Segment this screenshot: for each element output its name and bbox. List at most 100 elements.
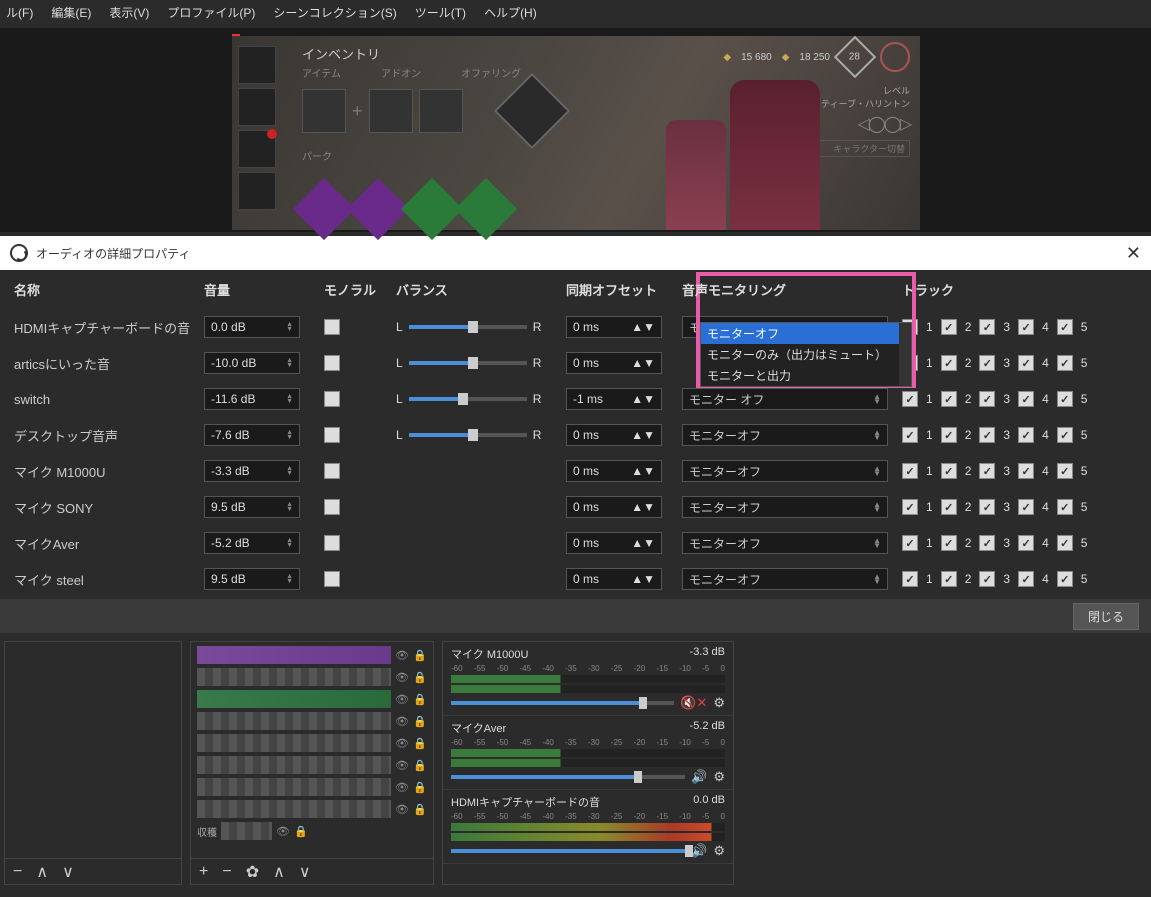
menu-profile[interactable]: プロファイル(P) (167, 4, 255, 21)
track-checkbox[interactable]: ✓ (979, 319, 995, 335)
volume-slider[interactable] (451, 701, 674, 705)
visibility-icon[interactable]: 👁 (395, 780, 409, 794)
mono-checkbox[interactable] (324, 571, 340, 587)
visibility-icon[interactable]: 👁 (395, 692, 409, 706)
lock-icon[interactable]: 🔒 (413, 780, 427, 794)
track-checkbox[interactable]: ✓ (1057, 391, 1073, 407)
mono-checkbox[interactable] (324, 355, 340, 371)
visibility-icon[interactable]: 👁 (395, 802, 409, 816)
menu-scene-collection[interactable]: シーンコレクション(S) (273, 4, 396, 21)
sync-offset-input[interactable]: 0 ms▲▼ (566, 352, 662, 374)
track-checkbox[interactable]: ✓ (1018, 535, 1034, 551)
remove-icon[interactable]: − (13, 863, 22, 881)
volume-input[interactable]: 9.5 dB▲▼ (204, 568, 300, 590)
sync-offset-input[interactable]: -1 ms▲▼ (566, 388, 662, 410)
menu-edit[interactable]: 編集(E) (51, 4, 91, 21)
gear-icon[interactable]: ⚙ (713, 769, 725, 785)
mono-checkbox[interactable] (324, 319, 340, 335)
balance-slider[interactable] (409, 325, 527, 329)
volume-input[interactable]: -10.0 dB▲▼ (204, 352, 300, 374)
scrollbar[interactable] (899, 323, 911, 386)
track-checkbox[interactable]: ✓ (902, 571, 918, 587)
track-checkbox[interactable]: ✓ (1057, 571, 1073, 587)
monitor-select[interactable]: モニターオフ▲▼ (682, 424, 888, 446)
visibility-icon[interactable]: 👁 (395, 736, 409, 750)
monitor-select[interactable]: モニターオフ▲▼ (682, 460, 888, 482)
gear-icon[interactable]: ⚙ (713, 843, 725, 859)
volume-slider[interactable] (451, 849, 685, 853)
track-checkbox[interactable]: ✓ (1057, 355, 1073, 371)
mute-icon[interactable]: 🔇✕ (680, 695, 707, 711)
mono-checkbox[interactable] (324, 427, 340, 443)
track-checkbox[interactable]: ✓ (1057, 463, 1073, 479)
track-checkbox[interactable]: ✓ (902, 499, 918, 515)
gear-icon[interactable]: ✿ (246, 862, 259, 882)
visibility-icon[interactable]: 👁 (395, 648, 409, 662)
gear-icon[interactable]: ⚙ (713, 695, 725, 711)
track-checkbox[interactable]: ✓ (1057, 319, 1073, 335)
lock-icon[interactable]: 🔒 (413, 758, 427, 772)
sync-offset-input[interactable]: 0 ms▲▼ (566, 460, 662, 482)
add-icon[interactable]: + (199, 863, 208, 881)
volume-input[interactable]: -3.3 dB▲▼ (204, 460, 300, 482)
monitor-option-both[interactable]: モニターと出力 (701, 365, 911, 386)
monitor-select[interactable]: モニター オフ▲▼ (682, 388, 888, 410)
close-icon[interactable]: ✕ (1126, 243, 1141, 264)
source-row[interactable]: 👁🔒 (193, 732, 431, 754)
source-row[interactable]: 👁🔒 (193, 710, 431, 732)
volume-input[interactable]: 9.5 dB▲▼ (204, 496, 300, 518)
balance-slider[interactable] (409, 361, 527, 365)
sync-offset-input[interactable]: 0 ms▲▼ (566, 316, 662, 338)
lock-icon[interactable]: 🔒 (413, 648, 427, 662)
track-checkbox[interactable]: ✓ (941, 355, 957, 371)
volume-input[interactable]: -7.6 dB▲▼ (204, 424, 300, 446)
track-checkbox[interactable]: ✓ (1018, 499, 1034, 515)
track-checkbox[interactable]: ✓ (941, 427, 957, 443)
menu-file[interactable]: ル(F) (6, 4, 33, 21)
track-checkbox[interactable]: ✓ (1057, 535, 1073, 551)
track-checkbox[interactable]: ✓ (979, 499, 995, 515)
track-checkbox[interactable]: ✓ (1018, 463, 1034, 479)
menu-help[interactable]: ヘルプ(H) (484, 4, 537, 21)
sync-offset-input[interactable]: 0 ms▲▼ (566, 496, 662, 518)
track-checkbox[interactable]: ✓ (1018, 391, 1034, 407)
track-checkbox[interactable]: ✓ (1057, 499, 1073, 515)
source-row[interactable]: 👁🔒 (193, 666, 431, 688)
monitor-select[interactable]: モニターオフ▲▼ (682, 496, 888, 518)
track-checkbox[interactable]: ✓ (979, 535, 995, 551)
lock-icon[interactable]: 🔒 (413, 692, 427, 706)
track-checkbox[interactable]: ✓ (979, 355, 995, 371)
track-checkbox[interactable]: ✓ (941, 319, 957, 335)
track-checkbox[interactable]: ✓ (902, 463, 918, 479)
track-checkbox[interactable]: ✓ (902, 391, 918, 407)
menu-tools[interactable]: ツール(T) (415, 4, 466, 21)
balance-slider[interactable] (409, 433, 527, 437)
lock-icon[interactable]: 🔒 (413, 670, 427, 684)
close-button[interactable]: 閉じる (1073, 603, 1139, 630)
track-checkbox[interactable]: ✓ (941, 499, 957, 515)
track-checkbox[interactable]: ✓ (902, 535, 918, 551)
source-row[interactable]: 👁🔒 (193, 644, 431, 666)
track-checkbox[interactable]: ✓ (979, 463, 995, 479)
monitor-option-off[interactable]: モニターオフ (701, 323, 911, 344)
monitor-dropdown[interactable]: モニターオフ モニターのみ（出力はミュート） モニターと出力 (700, 322, 912, 387)
source-row[interactable]: 収穫👁🔒 (193, 820, 431, 842)
remove-icon[interactable]: − (222, 863, 231, 881)
move-down-icon[interactable]: ∨ (62, 862, 74, 882)
lock-icon[interactable]: 🔒 (294, 824, 308, 838)
volume-slider[interactable] (451, 775, 685, 779)
track-checkbox[interactable]: ✓ (941, 535, 957, 551)
preview-area[interactable]: インベントリ アイテム アドオン オファリング + パーク (0, 28, 1151, 232)
track-checkbox[interactable]: ✓ (979, 571, 995, 587)
source-row[interactable]: 👁🔒 (193, 798, 431, 820)
move-down-icon[interactable]: ∨ (299, 862, 311, 882)
track-checkbox[interactable]: ✓ (902, 427, 918, 443)
track-checkbox[interactable]: ✓ (979, 391, 995, 407)
monitor-select[interactable]: モニターオフ▲▼ (682, 568, 888, 590)
lock-icon[interactable]: 🔒 (413, 802, 427, 816)
mono-checkbox[interactable] (324, 535, 340, 551)
track-checkbox[interactable]: ✓ (1018, 319, 1034, 335)
track-checkbox[interactable]: ✓ (941, 391, 957, 407)
track-checkbox[interactable]: ✓ (941, 571, 957, 587)
sync-offset-input[interactable]: 0 ms▲▼ (566, 532, 662, 554)
